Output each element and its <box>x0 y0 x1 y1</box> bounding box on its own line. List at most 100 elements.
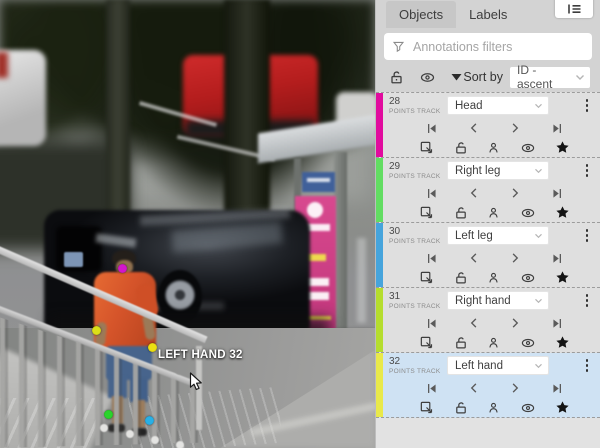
label-select[interactable]: Left leg <box>447 226 549 245</box>
expand-all-button[interactable] <box>451 73 462 81</box>
chevron-down-icon <box>575 74 585 81</box>
object-type: POINTS TRACK <box>389 238 447 245</box>
hidden-switch-button[interactable] <box>520 271 536 285</box>
mouse-cursor <box>189 372 203 392</box>
keypoint-left-hand[interactable] <box>148 343 157 352</box>
object-row-32[interactable]: 32 POINTS TRACK Left hand <box>376 353 600 418</box>
object-type: POINTS TRACK <box>389 303 447 310</box>
first-keyframe-button[interactable] <box>425 122 438 135</box>
lock-switch-button[interactable] <box>454 206 468 220</box>
first-keyframe-button[interactable] <box>425 252 438 265</box>
object-id: 32 <box>389 357 447 367</box>
label-select-value: Head <box>455 100 483 112</box>
sidebar-tabs: Objects Labels <box>376 0 600 28</box>
chevron-down-icon <box>534 233 543 239</box>
keyframe-star-button[interactable] <box>555 205 570 220</box>
label-select[interactable]: Head <box>447 96 549 115</box>
outside-switch-button[interactable] <box>419 400 434 415</box>
outside-switch-button[interactable] <box>419 205 434 220</box>
next-keyframe-button[interactable] <box>509 382 521 394</box>
first-keyframe-button[interactable] <box>425 317 438 330</box>
occluded-switch-button[interactable] <box>487 401 500 415</box>
prev-keyframe-button[interactable] <box>468 317 480 329</box>
next-keyframe-button[interactable] <box>509 122 521 134</box>
prev-keyframe-button[interactable] <box>468 382 480 394</box>
next-keyframe-button[interactable] <box>509 187 521 199</box>
last-keyframe-button[interactable] <box>551 382 564 395</box>
label-select[interactable]: Left hand <box>447 356 549 375</box>
label-select[interactable]: Right hand <box>447 291 549 310</box>
occluded-switch-button[interactable] <box>487 141 500 155</box>
hidden-switch-button[interactable] <box>520 401 536 415</box>
hidden-switch-button[interactable] <box>520 141 536 155</box>
occluded-switch-button[interactable] <box>487 336 500 350</box>
more-actions-icon[interactable] <box>580 291 594 307</box>
more-actions-icon[interactable] <box>580 356 594 372</box>
more-actions-icon[interactable] <box>580 96 594 112</box>
keyframe-star-button[interactable] <box>555 335 570 350</box>
lock-open-icon <box>389 70 404 85</box>
next-keyframe-button[interactable] <box>509 252 521 264</box>
object-row-30[interactable]: 30 POINTS TRACK Left leg <box>376 223 600 288</box>
tab-objects[interactable]: Objects <box>386 1 456 28</box>
outside-switch-button[interactable] <box>419 140 434 155</box>
lock-switch-button[interactable] <box>454 401 468 415</box>
chevron-down-icon <box>534 298 543 304</box>
sidebar-header: Objects Labels <box>376 0 600 92</box>
last-keyframe-button[interactable] <box>551 252 564 265</box>
first-keyframe-button[interactable] <box>425 187 438 200</box>
caret-down-icon <box>451 73 462 81</box>
occluded-switch-button[interactable] <box>487 206 500 220</box>
annotations-filter-input[interactable] <box>411 39 584 55</box>
sort-order-select[interactable]: ID - ascent <box>510 67 590 88</box>
sort-order-value: ID - ascent <box>517 63 575 91</box>
annotations-filter-box[interactable] <box>384 33 592 60</box>
keypoint-right-leg[interactable] <box>104 410 113 419</box>
keypoint-right-hand[interactable] <box>92 326 101 335</box>
chevron-down-icon <box>534 103 543 109</box>
lock-switch-button[interactable] <box>454 271 468 285</box>
object-row-29[interactable]: 29 POINTS TRACK Right leg <box>376 158 600 223</box>
label-select-value: Right leg <box>455 165 500 177</box>
keyframe-star-button[interactable] <box>555 400 570 415</box>
keypoint-left-leg[interactable] <box>145 416 154 425</box>
hidden-switch-button[interactable] <box>520 206 536 220</box>
label-select[interactable]: Right leg <box>447 161 549 180</box>
prev-keyframe-button[interactable] <box>468 187 480 199</box>
object-id: 30 <box>389 227 447 237</box>
object-color-strip <box>376 223 383 287</box>
object-color-strip <box>376 353 383 417</box>
object-row-28[interactable]: 28 POINTS TRACK Head <box>376 93 600 158</box>
occluded-switch-button[interactable] <box>487 271 500 285</box>
next-keyframe-button[interactable] <box>509 317 521 329</box>
outside-switch-button[interactable] <box>419 335 434 350</box>
lock-switch-button[interactable] <box>454 336 468 350</box>
more-actions-icon[interactable] <box>580 161 594 177</box>
label-select-value: Right hand <box>455 295 511 307</box>
outside-switch-button[interactable] <box>419 270 434 285</box>
more-actions-icon[interactable] <box>580 226 594 242</box>
object-row-31[interactable]: 31 POINTS TRACK Right hand <box>376 288 600 353</box>
object-type: POINTS TRACK <box>389 173 447 180</box>
object-id: 29 <box>389 162 447 172</box>
keypoints-layer <box>0 0 375 448</box>
last-keyframe-button[interactable] <box>551 187 564 200</box>
last-keyframe-button[interactable] <box>551 317 564 330</box>
keyframe-star-button[interactable] <box>555 140 570 155</box>
filter-funnel-icon <box>392 40 405 53</box>
keyframe-star-button[interactable] <box>555 270 570 285</box>
video-frame-canvas[interactable]: LEFT HAND 32 <box>0 0 375 448</box>
tab-labels[interactable]: Labels <box>456 1 520 28</box>
last-keyframe-button[interactable] <box>551 122 564 135</box>
hidden-switch-button[interactable] <box>520 336 536 350</box>
hide-all-button[interactable] <box>419 70 436 85</box>
lock-all-button[interactable] <box>389 70 404 85</box>
object-color-strip <box>376 158 383 222</box>
keypoint-head[interactable] <box>118 264 127 273</box>
prev-keyframe-button[interactable] <box>468 122 480 134</box>
objects-list: 28 POINTS TRACK Head <box>376 92 600 418</box>
first-keyframe-button[interactable] <box>425 382 438 395</box>
prev-keyframe-button[interactable] <box>468 252 480 264</box>
lock-switch-button[interactable] <box>454 141 468 155</box>
appearance-menu-button[interactable] <box>555 0 593 18</box>
